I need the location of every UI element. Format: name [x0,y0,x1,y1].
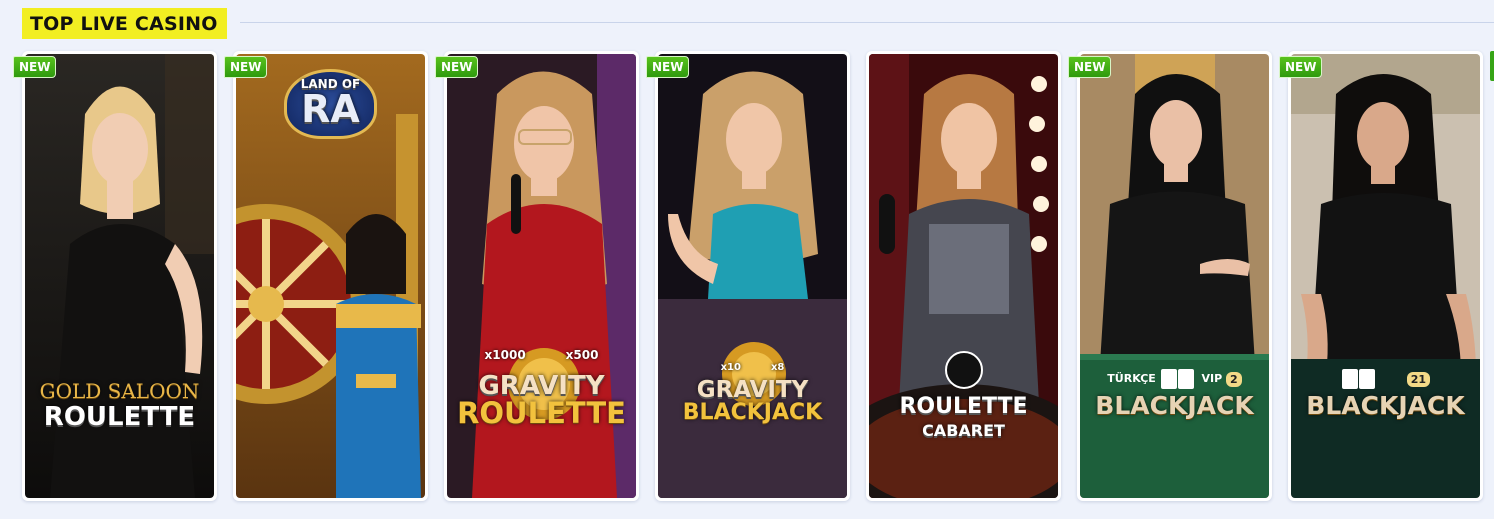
game-card-gravity-blackjack[interactable]: NEW x10 x8 GRAVITY BLACKJACK [646,51,850,501]
card-icon [1341,369,1358,389]
section-title: TOP LIVE CASINO [22,8,227,39]
card-icon [1160,369,1177,389]
game-logo: ROULETTE CABARET [866,351,1061,439]
game-thumbnail [658,54,847,498]
game-card-land-of-ra[interactable]: NEW LAND OF RA [224,51,428,501]
game-card-gravity-roulette[interactable]: NEW x1000 x500 GRAVITY ROULETTE [435,51,639,501]
new-badge: NEW [1279,56,1323,78]
roulette-wheel-icon [944,351,983,389]
game-logo: 21 BLACKJACK [1288,369,1483,418]
game-card-turkce-vip-blackjack[interactable]: NEW TÜRKÇE VIP 2 BLACKJACK [1068,51,1272,501]
new-badge: NEW [1068,56,1112,78]
new-badge: NEW [224,56,268,78]
new-badge: NEW [646,56,690,78]
title-divider [240,22,1494,23]
game-thumbnail [1080,54,1269,498]
card-icon [1177,369,1194,389]
game-logo: GOLD SALOON ROULETTE [39,379,200,432]
game-card-blackjack-21[interactable]: NEW 21 BLACKJACK [1279,51,1483,501]
card-icon [1358,369,1375,389]
game-thumbnail [447,54,636,498]
game-logo: LAND OF RA [233,69,428,139]
game-card-gold-saloon-roulette[interactable]: NEW GOLD SALOON ROULETTE [13,51,217,501]
game-logo: x10 x8 GRAVITY BLACKJACK [682,362,823,425]
new-badge: NEW [435,56,479,78]
game-logo: TÜRKÇE VIP 2 BLACKJACK [1077,369,1272,418]
next-card-peek[interactable] [1490,51,1494,81]
game-logo: x1000 x500 GRAVITY ROULETTE [457,348,626,430]
game-thumbnail [1291,54,1480,498]
game-card-roulette-cabaret[interactable]: ROULETTE CABARET [866,51,1061,501]
new-badge: NEW [13,56,57,78]
